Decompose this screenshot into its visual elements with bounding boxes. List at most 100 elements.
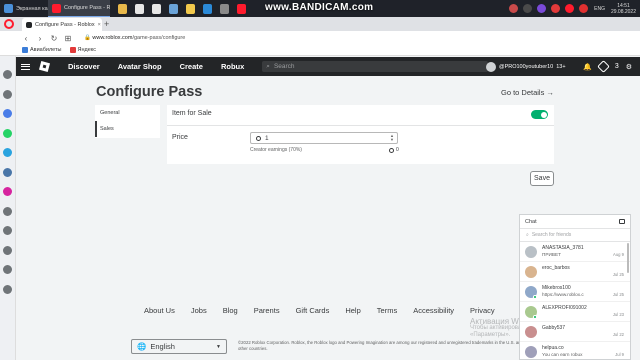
speed-dial-icon[interactable]: ⊞ bbox=[64, 34, 72, 43]
document-icon[interactable] bbox=[135, 3, 144, 14]
notifications-icon[interactable]: 🔔 bbox=[583, 63, 592, 71]
robux-count[interactable]: 3 bbox=[615, 63, 619, 70]
footer-link[interactable]: About Us bbox=[144, 306, 175, 315]
yandex-browser-icon[interactable] bbox=[186, 3, 195, 14]
chat-conversation[interactable]: Gabby537 Jul 22 bbox=[520, 322, 630, 342]
clock[interactable]: 14:51 29.08.2022 bbox=[611, 3, 636, 15]
forward-icon[interactable]: › bbox=[36, 34, 44, 43]
avatar bbox=[525, 266, 537, 278]
price-value: 1 bbox=[265, 134, 269, 142]
chevron-down-icon: ▼ bbox=[216, 343, 221, 350]
footer-link[interactable]: Terms bbox=[377, 306, 397, 315]
opera-menu-icon[interactable] bbox=[4, 19, 14, 29]
heart-icon[interactable] bbox=[3, 284, 12, 294]
user-profile[interactable]: @PRO100youtuber10 13+ bbox=[486, 61, 566, 72]
taskbar-app[interactable]: Configure Pass - Roblox bbox=[48, 0, 110, 17]
edge-icon[interactable] bbox=[203, 3, 212, 14]
chat-header[interactable]: Chat bbox=[520, 215, 630, 229]
language-indicator[interactable]: ENG bbox=[594, 6, 605, 12]
search-input[interactable]: ⌕ Search bbox=[262, 61, 489, 72]
chat-conversation[interactable]: ANASTASIA_3781 ПРИВЕТ Aug 9 bbox=[520, 242, 630, 262]
yandex-icon[interactable] bbox=[551, 4, 561, 13]
tab-sales[interactable]: Sales bbox=[95, 121, 160, 137]
robux-icon[interactable] bbox=[596, 60, 610, 73]
settings-icon[interactable] bbox=[3, 265, 12, 274]
app-icon[interactable] bbox=[523, 4, 533, 13]
bookmark-item[interactable]: Авиабилеты bbox=[22, 47, 62, 53]
whatsapp-icon[interactable] bbox=[3, 128, 12, 138]
footer-link[interactable]: Parents bbox=[254, 306, 280, 315]
chat-date: Aug 9 bbox=[613, 252, 624, 257]
clock-icon[interactable] bbox=[3, 245, 12, 255]
chat-conversation[interactable]: eroc_barbos Jul 25 bbox=[520, 262, 630, 282]
nav-robux[interactable]: Robux bbox=[221, 62, 244, 71]
url-field[interactable]: 🔒 www.roblox.com/game-pass/configure bbox=[84, 35, 185, 41]
folder-icon[interactable] bbox=[118, 3, 127, 14]
home-icon[interactable] bbox=[3, 70, 12, 79]
chat-username: Gabby537 bbox=[542, 325, 566, 331]
recorder-watermark: www.BANDICAM.com bbox=[265, 2, 374, 13]
roblox-header: Discover Avatar Shop Create Robux ⌕ Sear… bbox=[16, 57, 640, 76]
sales-settings-card: Item for Sale Price 1 ▲ ▼ Creator earning… bbox=[167, 105, 554, 164]
price-stepper[interactable]: ▲ ▼ bbox=[390, 134, 394, 142]
settings-icon[interactable]: ⚙ bbox=[626, 63, 632, 71]
taskbar-app-label: Configure Pass - Roblox bbox=[64, 5, 110, 11]
tab-general[interactable]: General bbox=[95, 105, 160, 121]
bookmark-label: Яндекс bbox=[77, 47, 97, 53]
chat-username: ALEXPROFI091002 bbox=[542, 305, 587, 311]
browser-tab[interactable]: Configure Pass - Roblox × bbox=[22, 18, 102, 31]
menu-icon[interactable] bbox=[21, 63, 30, 70]
reload-icon[interactable]: ↻ bbox=[50, 34, 58, 43]
chat-username: Mikebros100 bbox=[542, 285, 571, 291]
history-icon[interactable] bbox=[3, 206, 12, 216]
nav-avatar-shop[interactable]: Avatar Shop bbox=[118, 62, 162, 71]
footer-link[interactable]: Accessibility bbox=[413, 306, 454, 315]
chat-search-input[interactable]: ⌕ Search for friends bbox=[520, 229, 630, 242]
play-icon[interactable] bbox=[3, 226, 12, 235]
bookmark-item[interactable]: Яндекс bbox=[69, 47, 97, 53]
footer-link[interactable]: Jobs bbox=[191, 306, 207, 315]
star-icon[interactable] bbox=[3, 89, 12, 99]
chat-conversation[interactable]: Mikebros100 https://www.roblox.c Jul 25 bbox=[520, 282, 630, 302]
page-title: Configure Pass bbox=[96, 84, 203, 100]
close-tab-icon[interactable]: × bbox=[98, 22, 101, 28]
settings-icon[interactable] bbox=[220, 3, 229, 14]
messenger-icon[interactable] bbox=[3, 109, 12, 118]
save-button[interactable]: Save bbox=[530, 171, 554, 186]
search-icon: ⌕ bbox=[526, 232, 529, 238]
language-select[interactable]: 🌐 English ▼ bbox=[131, 339, 227, 354]
app-icon[interactable] bbox=[509, 4, 519, 13]
opera-icon[interactable] bbox=[565, 4, 575, 13]
footer-link[interactable]: Gift Cards bbox=[296, 306, 330, 315]
instagram-icon[interactable] bbox=[3, 187, 12, 196]
creator-earnings-value: 0 bbox=[389, 147, 399, 153]
roblox-logo-icon[interactable] bbox=[38, 60, 51, 73]
nav-discover[interactable]: Discover bbox=[68, 62, 100, 71]
record-icon[interactable] bbox=[579, 4, 589, 13]
footer-link[interactable]: Help bbox=[345, 306, 360, 315]
chat-date: Jul 25 bbox=[612, 272, 624, 277]
chat-scrollbar[interactable] bbox=[627, 243, 629, 273]
go-to-details-link[interactable]: Go to Details → bbox=[501, 88, 554, 97]
image-icon[interactable] bbox=[169, 3, 178, 14]
roblox-favicon-icon bbox=[26, 21, 32, 28]
taskbar-app[interactable]: Экранная камера bbox=[0, 0, 48, 17]
back-icon[interactable]: ‹ bbox=[22, 34, 30, 43]
app-icon[interactable] bbox=[537, 4, 547, 13]
document-icon[interactable] bbox=[152, 3, 161, 14]
nav-create[interactable]: Create bbox=[180, 62, 203, 71]
chat-conversation[interactable]: ALEXPROFI091002 Jul 23 bbox=[520, 302, 630, 322]
chat-last-message: You can earn robux bbox=[542, 352, 583, 357]
new-chat-icon[interactable] bbox=[619, 219, 625, 224]
item-for-sale-toggle[interactable] bbox=[531, 110, 548, 119]
chat-conversation[interactable]: helpua.co You can earn robux Jul 9 bbox=[520, 342, 630, 359]
taskbar-app-label: Экранная камера bbox=[16, 5, 48, 12]
telegram-icon[interactable] bbox=[3, 148, 12, 157]
vk-icon[interactable] bbox=[3, 167, 12, 177]
bookmark-icon bbox=[69, 47, 76, 53]
new-tab-button[interactable]: + bbox=[104, 19, 109, 29]
opera-icon[interactable] bbox=[237, 3, 246, 14]
footer-link[interactable]: Blog bbox=[223, 306, 238, 315]
price-input[interactable]: 1 ▲ ▼ bbox=[250, 132, 398, 144]
footer-link[interactable]: Privacy bbox=[470, 306, 495, 315]
